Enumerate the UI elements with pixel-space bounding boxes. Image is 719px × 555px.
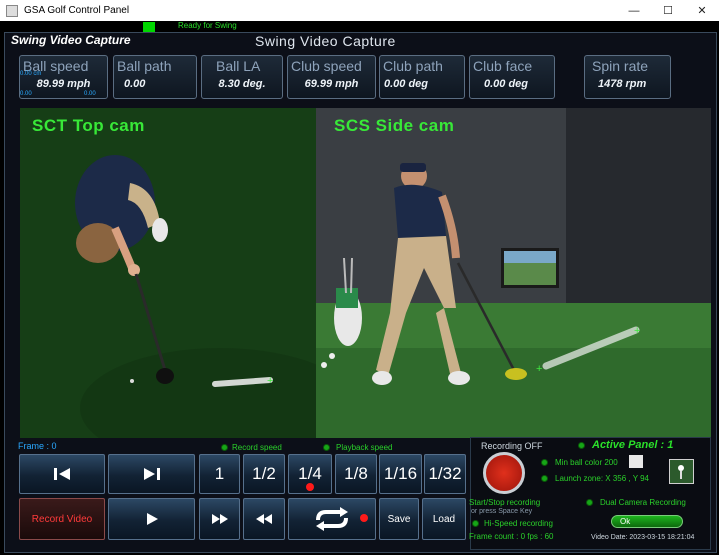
last-frame-button[interactable] — [108, 454, 195, 494]
top-camera-view[interactable]: + SCT Top cam — [20, 108, 316, 438]
speed-label: 1 — [214, 464, 225, 483]
frame-count-label: Frame count : 0 fps : 60 — [469, 532, 554, 541]
ball-color-swatch[interactable] — [629, 455, 643, 468]
metric-label: Club face — [473, 58, 533, 74]
rewind-icon — [256, 514, 272, 524]
svg-text:+: + — [634, 325, 640, 337]
start-stop-label: Start/Stop recording — [469, 498, 541, 507]
loop-icon — [316, 507, 348, 531]
record-video-label: Record Video — [31, 513, 93, 525]
selected-speed-indicator-icon — [306, 483, 314, 491]
first-frame-button[interactable] — [19, 454, 105, 494]
load-label: Load — [432, 513, 456, 525]
metric-micro-cm: 0.00 cm — [20, 71, 42, 77]
maximize-button[interactable]: ☐ — [651, 0, 685, 21]
metric-label: Spin rate — [592, 58, 649, 74]
metric-value: 0.00 — [124, 78, 146, 90]
skip-forward-icon — [143, 468, 160, 480]
loop-indicator-icon — [360, 514, 368, 522]
metric-club-path: Club path 0.00 deg — [379, 55, 465, 99]
metric-label: Ball path — [117, 58, 172, 74]
hi-speed-led-icon — [472, 520, 479, 527]
load-button[interactable]: Load — [422, 498, 466, 540]
record-speed-led-icon — [221, 444, 228, 451]
hi-speed-label: Hi-Speed recording — [484, 519, 553, 528]
top-camera-image: + — [20, 108, 316, 438]
dual-camera-led-icon — [586, 499, 593, 506]
metric-ball-la: Ball LA 8.30 deg. — [201, 55, 283, 99]
fast-forward-button[interactable] — [199, 498, 240, 540]
launch-zone-led-icon — [541, 475, 548, 482]
metric-micro-right: 0.00 — [84, 91, 96, 97]
play-icon — [146, 513, 158, 525]
metric-club-speed: Club speed 69.99 mph — [287, 55, 376, 99]
svg-text:+: + — [267, 375, 273, 387]
speed-button-1-16[interactable]: 1/16 — [379, 454, 422, 494]
side-camera-view[interactable]: + + SCS Side cam — [316, 108, 711, 438]
speed-button-1-4[interactable]: 1/4 — [288, 454, 332, 494]
side-camera-label: SCS Side cam — [334, 116, 455, 135]
min-ball-color-label: Min ball color 200 — [555, 458, 618, 467]
speed-button-1-32[interactable]: 1/32 — [424, 454, 466, 494]
space-key-hint: or press Space Key — [471, 508, 533, 515]
metric-club-face: Club face 0.00 deg — [469, 55, 555, 99]
golfer-thumbnail-icon — [678, 465, 684, 479]
dual-camera-label: Dual Camera Recording — [600, 498, 686, 507]
record-speed-label: Record speed — [232, 443, 282, 452]
metric-micro-left: 0.00 — [20, 91, 32, 97]
recording-status: Recording OFF — [481, 441, 543, 451]
side-camera-image: + + — [316, 108, 711, 438]
frame-label: Frame : 0 — [18, 441, 57, 451]
save-label: Save — [387, 513, 411, 525]
speed-label: 1/32 — [428, 464, 462, 483]
video-date-label: Video Date: 2023-03-15 18:21:04 — [591, 534, 695, 541]
metric-value: 69.99 mph — [304, 78, 359, 90]
fast-forward-icon — [211, 514, 228, 524]
record-toggle-button[interactable] — [483, 452, 525, 494]
metric-value: 8.30 deg. — [218, 78, 266, 90]
play-button[interactable] — [108, 498, 195, 540]
metric-label: Club path — [383, 58, 443, 74]
record-video-button[interactable]: Record Video — [19, 498, 105, 540]
metric-value: 1478 rpm — [598, 78, 647, 90]
status-text: Ready for Swing — [178, 21, 237, 30]
launch-zone-thumbnail[interactable] — [669, 459, 694, 484]
speed-button-1[interactable]: 1 — [199, 454, 240, 494]
status-strip — [0, 21, 719, 32]
speed-label: 1/4 — [298, 464, 322, 483]
app-icon — [6, 4, 18, 17]
metric-label: Ball LA — [216, 58, 261, 74]
speed-label: 1/16 — [383, 464, 418, 483]
metric-ball-path: Ball path 0.00 — [113, 55, 197, 99]
rewind-button[interactable] — [243, 498, 285, 540]
launch-zone-label: Launch zone: X 356 , Y 94 — [555, 474, 650, 483]
skip-back-icon — [54, 468, 70, 480]
save-button[interactable]: Save — [379, 498, 419, 540]
active-panel-label: Active Panel : 1 — [592, 439, 674, 451]
window-title-bar: GSA Golf Control Panel — ☐ ✕ — [0, 0, 719, 21]
ok-button[interactable]: Ok — [611, 515, 683, 528]
min-ball-color-led-icon — [541, 459, 548, 466]
svg-text:+: + — [536, 363, 542, 375]
active-panel-led-icon — [578, 442, 585, 449]
metric-value: 89.99 mph — [36, 78, 91, 90]
window-title: GSA Golf Control Panel — [24, 5, 130, 16]
status-led-icon — [143, 22, 155, 32]
close-button[interactable]: ✕ — [685, 0, 719, 21]
panel-label: Swing Video Capture — [11, 33, 131, 47]
loop-button[interactable] — [288, 498, 376, 540]
metric-value: 0.00 deg — [384, 78, 429, 90]
minimize-button[interactable]: — — [617, 0, 651, 21]
speed-button-1-8[interactable]: 1/8 — [335, 454, 377, 494]
playback-speed-led-icon — [323, 444, 330, 451]
metric-spin-rate: Spin rate 1478 rpm — [584, 55, 671, 99]
metric-label: Club speed — [291, 58, 362, 74]
speed-label: 1/2 — [252, 464, 276, 483]
top-camera-label: SCT Top cam — [32, 116, 145, 135]
metric-value: 0.00 deg — [484, 78, 529, 90]
speed-button-1-2[interactable]: 1/2 — [243, 454, 285, 494]
panel-heading: Swing Video Capture — [255, 33, 396, 49]
speed-label: 1/8 — [344, 464, 368, 483]
playback-speed-label: Playback speed — [336, 443, 393, 452]
